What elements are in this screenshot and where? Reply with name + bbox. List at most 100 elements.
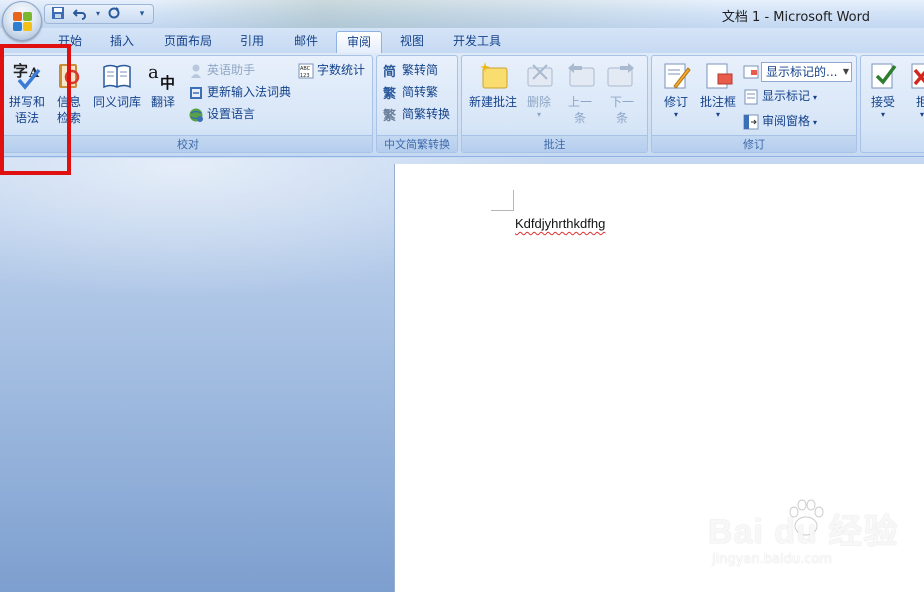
translate-button[interactable]: a 中 翻译	[145, 60, 181, 110]
display-for-review-value: 显示标记的...	[766, 65, 838, 79]
redo-icon[interactable]	[105, 6, 123, 22]
traditional-to-simplified-button[interactable]: 简繁转简	[383, 60, 438, 80]
previous-comment-button[interactable]: 上一 条	[562, 60, 598, 126]
tab-view[interactable]: 视图	[390, 31, 434, 53]
word-count-button[interactable]: ABC 123 字数统计	[298, 60, 365, 80]
group-comments: 新建批注 删除 ▾ 上一 条 下一 条 批注	[461, 55, 648, 153]
set-language-button[interactable]: 设置语言	[188, 104, 255, 124]
english-assistant-button[interactable]: 英语助手	[188, 60, 255, 80]
margin-corner-vertical	[513, 190, 514, 211]
ribbon: 字 A 拼写和 语法 信息 检索 同义词库 a 中 翻译 英语助手 更新输入法词…	[0, 53, 924, 157]
next-label-2: 条	[615, 111, 628, 125]
reviewing-pane-dropdown-icon: ▾	[813, 118, 818, 127]
group-comments-label: 批注	[462, 135, 647, 152]
show-markup-button[interactable]: 显示标记 ▾	[743, 86, 817, 106]
word-count-label: 字数统计	[317, 63, 366, 77]
svg-text:繁: 繁	[383, 86, 397, 101]
display-for-review-select[interactable]: 显示标记的... ▼	[761, 62, 852, 82]
svg-text:繁: 繁	[383, 108, 397, 123]
delete-dropdown-icon: ▾	[536, 110, 541, 119]
reject-button[interactable]: 拒 ▾	[907, 60, 924, 120]
new-comment-button[interactable]: 新建批注	[466, 60, 520, 110]
balloons-label: 批注框	[699, 95, 736, 109]
accept-button[interactable]: 接受 ▾	[865, 60, 901, 120]
tab-developer[interactable]: 开发工具	[444, 31, 510, 53]
to-traditional-label: 简转繁	[402, 85, 439, 99]
dictionary-icon	[190, 86, 202, 99]
group-chinese-conversion-label: 中文简繁转换	[377, 135, 457, 152]
update-ime-dictionary-button[interactable]: 更新输入法词典	[188, 82, 291, 102]
balloons-icon	[706, 63, 733, 89]
balloons-button[interactable]: 批注框 ▾	[698, 60, 738, 120]
globe-icon	[189, 108, 203, 122]
undo-icon[interactable]	[71, 6, 89, 22]
thesaurus-button[interactable]: 同义词库	[92, 60, 142, 110]
simplified-to-traditional-button[interactable]: 繁简转繁	[383, 82, 438, 102]
reviewing-pane-label: 审阅窗格	[762, 114, 811, 128]
svg-text:中: 中	[160, 74, 175, 92]
balloons-dropdown-icon: ▾	[715, 110, 720, 119]
tab-page-layout[interactable]: 页面布局	[156, 31, 220, 53]
group-changes: 接受 ▾ 拒 ▾	[860, 55, 924, 153]
svg-text:123: 123	[300, 73, 310, 79]
title-bar-background	[150, 0, 720, 28]
next-label-1: 下一	[609, 95, 634, 109]
conversion-label: 简繁转换	[402, 107, 451, 121]
set-language-label: 设置语言	[207, 107, 256, 121]
tab-review[interactable]: 审阅	[336, 31, 382, 53]
accept-change-icon	[871, 63, 897, 89]
group-chinese-conversion: 简繁转简 繁简转繁 繁简繁转换 中文简繁转换	[376, 55, 458, 153]
tab-insert[interactable]: 插入	[100, 31, 144, 53]
svg-text:简: 简	[383, 64, 396, 79]
reviewing-pane-icon	[743, 114, 759, 129]
document-page[interactable]: Kdfdjyhrthkdfhg	[394, 164, 924, 592]
document-text[interactable]: Kdfdjyhrthkdfhg	[515, 216, 605, 231]
update-ime-label: 更新输入法词典	[207, 85, 292, 99]
to-simplified-label: 繁转简	[402, 63, 439, 77]
save-icon[interactable]	[49, 6, 67, 22]
english-assistant-label: 英语助手	[207, 63, 256, 77]
next-comment-button[interactable]: 下一 条	[604, 60, 640, 126]
accept-dropdown-icon: ▾	[880, 110, 885, 119]
display-for-review-icon	[743, 65, 759, 79]
word-count-icon: ABC123	[298, 63, 314, 79]
track-changes-label: 修订	[663, 95, 688, 109]
track-changes-dropdown-icon: ▾	[673, 110, 678, 119]
document-workspace: Kdfdjyhrthkdfhg	[0, 158, 924, 592]
track-changes-button[interactable]: 修订 ▾	[656, 60, 696, 120]
highlight-box	[0, 44, 71, 175]
chevron-down-icon: ▼	[842, 67, 849, 76]
reject-label: 拒	[915, 95, 924, 109]
reject-change-icon	[911, 63, 924, 89]
show-markup-dropdown-icon: ▾	[813, 93, 818, 102]
window-title: 文档 1 - Microsoft Word	[721, 10, 870, 25]
office-button[interactable]	[2, 1, 42, 41]
chinese-conversion-button[interactable]: 繁简繁转换	[383, 104, 450, 124]
margin-corner-horizontal	[491, 210, 513, 211]
new-comment-label: 新建批注	[468, 95, 517, 109]
track-changes-icon	[664, 63, 691, 89]
group-tracking: 修订 ▾ 批注框 ▾ 显示标记的... ▼ 显示标记 ▾ 审阅窗格 ▾ 修订	[651, 55, 857, 153]
translate-icon: a 中	[148, 62, 175, 92]
tab-references[interactable]: 引用	[230, 31, 274, 53]
translate-label: 翻译	[150, 95, 175, 109]
new-comment-icon	[480, 62, 508, 89]
delete-comment-button[interactable]: 删除 ▾	[522, 60, 556, 120]
group-tracking-label: 修订	[652, 135, 856, 152]
svg-text:ABC: ABC	[300, 66, 311, 72]
thesaurus-label: 同义词库	[92, 95, 141, 109]
previous-comment-icon	[568, 63, 595, 87]
next-comment-icon	[607, 63, 634, 87]
delete-comment-icon	[527, 64, 553, 87]
reviewing-pane-button[interactable]: 审阅窗格 ▾	[743, 111, 817, 131]
simplified-to-traditional-icon: 繁	[383, 86, 397, 101]
svg-text:a: a	[148, 62, 159, 83]
office-logo-icon	[13, 12, 33, 32]
delete-label: 删除	[526, 95, 551, 109]
customize-qat-icon[interactable]: ▾	[133, 6, 151, 22]
tab-mailings[interactable]: 邮件	[284, 31, 328, 53]
accept-label: 接受	[870, 95, 895, 109]
show-markup-icon	[744, 89, 758, 104]
traditional-to-simplified-icon: 简	[383, 64, 396, 79]
assistant-icon	[191, 64, 201, 78]
